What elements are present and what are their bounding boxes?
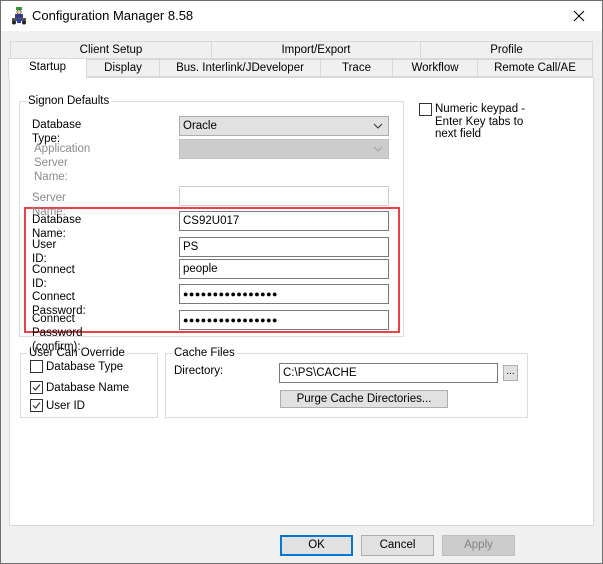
override-database-name-label: Database Name (46, 381, 130, 394)
connect-id-input[interactable]: people (179, 259, 389, 279)
override-user-id-checkbox[interactable]: User ID (30, 399, 85, 412)
app-server-name-select (179, 139, 389, 159)
tab-bus-interlink-jdeveloper[interactable]: Bus. Interlink/JDeveloper (159, 59, 321, 77)
override-database-name-checkbox[interactable]: Database Name (30, 381, 129, 394)
database-type-select[interactable]: Oracle (179, 116, 389, 136)
checkbox-box (30, 360, 43, 373)
numeric-keypad-label-line1: Numeric keypad - (435, 103, 526, 115)
checkbox-box (30, 381, 43, 394)
numeric-keypad-label-line2: Enter Key tabs to (435, 115, 524, 128)
override-database-type-checkbox[interactable]: Database Type (30, 360, 123, 373)
tab-import-export[interactable]: Import/Export (211, 41, 421, 59)
apply-button: Apply (442, 535, 515, 556)
close-icon (573, 10, 585, 22)
cancel-button[interactable]: Cancel (361, 535, 434, 556)
database-name-label: Database Name: (32, 214, 82, 240)
configuration-manager-window: Configuration Manager 8.58 Client Setup … (0, 0, 603, 564)
signon-defaults-legend: Signon Defaults (26, 94, 112, 108)
database-name-input[interactable]: CS92U017 (179, 211, 389, 231)
tab-display[interactable]: Display (86, 59, 160, 77)
chevron-down-icon (373, 123, 383, 129)
checkbox-box (419, 103, 432, 116)
connect-password-confirm-input[interactable]: ●●●●●●●●●●●●●●●● (179, 310, 389, 330)
tab-client-setup[interactable]: Client Setup (10, 41, 212, 59)
app-server-name-label: Application Server Name: (34, 143, 91, 183)
checkbox-box (30, 399, 43, 412)
purge-cache-button[interactable]: Purge Cache Directories... (280, 390, 448, 408)
cache-directory-input[interactable]: C:\PS\CACHE (279, 363, 498, 383)
server-name-input (179, 186, 389, 206)
override-database-type-label: Database Type (46, 360, 124, 373)
title-bar: Configuration Manager 8.58 (1, 1, 602, 31)
checkmark-icon (32, 384, 41, 391)
tab-trace[interactable]: Trace (320, 59, 393, 77)
connect-password-input[interactable]: ●●●●●●●●●●●●●●●● (179, 284, 389, 304)
numeric-keypad-checkbox[interactable]: Numeric keypad - Enter Key tabs to next … (419, 103, 525, 141)
tab-profile[interactable]: Profile (420, 41, 593, 59)
connect-password-confirm-label: Connect Password (confirm): (32, 313, 83, 353)
connect-id-label: Connect ID: (32, 264, 75, 290)
chevron-down-icon (373, 146, 383, 152)
tab-startup[interactable]: Startup (8, 58, 87, 78)
database-type-value: Oracle (183, 120, 217, 132)
tab-workflow[interactable]: Workflow (392, 59, 478, 77)
directory-label: Directory: (174, 365, 224, 377)
close-button[interactable] (556, 1, 602, 31)
browse-directory-button[interactable]: ... (503, 365, 518, 381)
checkmark-icon (32, 402, 41, 409)
override-user-id-label: User ID (46, 399, 85, 412)
cache-files-legend: Cache Files (172, 346, 237, 360)
configuration-manager-app-icon (10, 7, 28, 25)
numeric-keypad-label: Numeric keypad - Enter Key tabs to next … (435, 103, 525, 141)
numeric-keypad-label-line3: next field (435, 128, 482, 140)
user-id-label: User ID: (32, 239, 57, 265)
tab-remote-call-ae[interactable]: Remote Call/AE (477, 59, 593, 77)
ok-button[interactable]: OK (280, 535, 353, 556)
window-title: Configuration Manager 8.58 (32, 8, 194, 23)
user-id-input[interactable]: PS (179, 237, 389, 257)
